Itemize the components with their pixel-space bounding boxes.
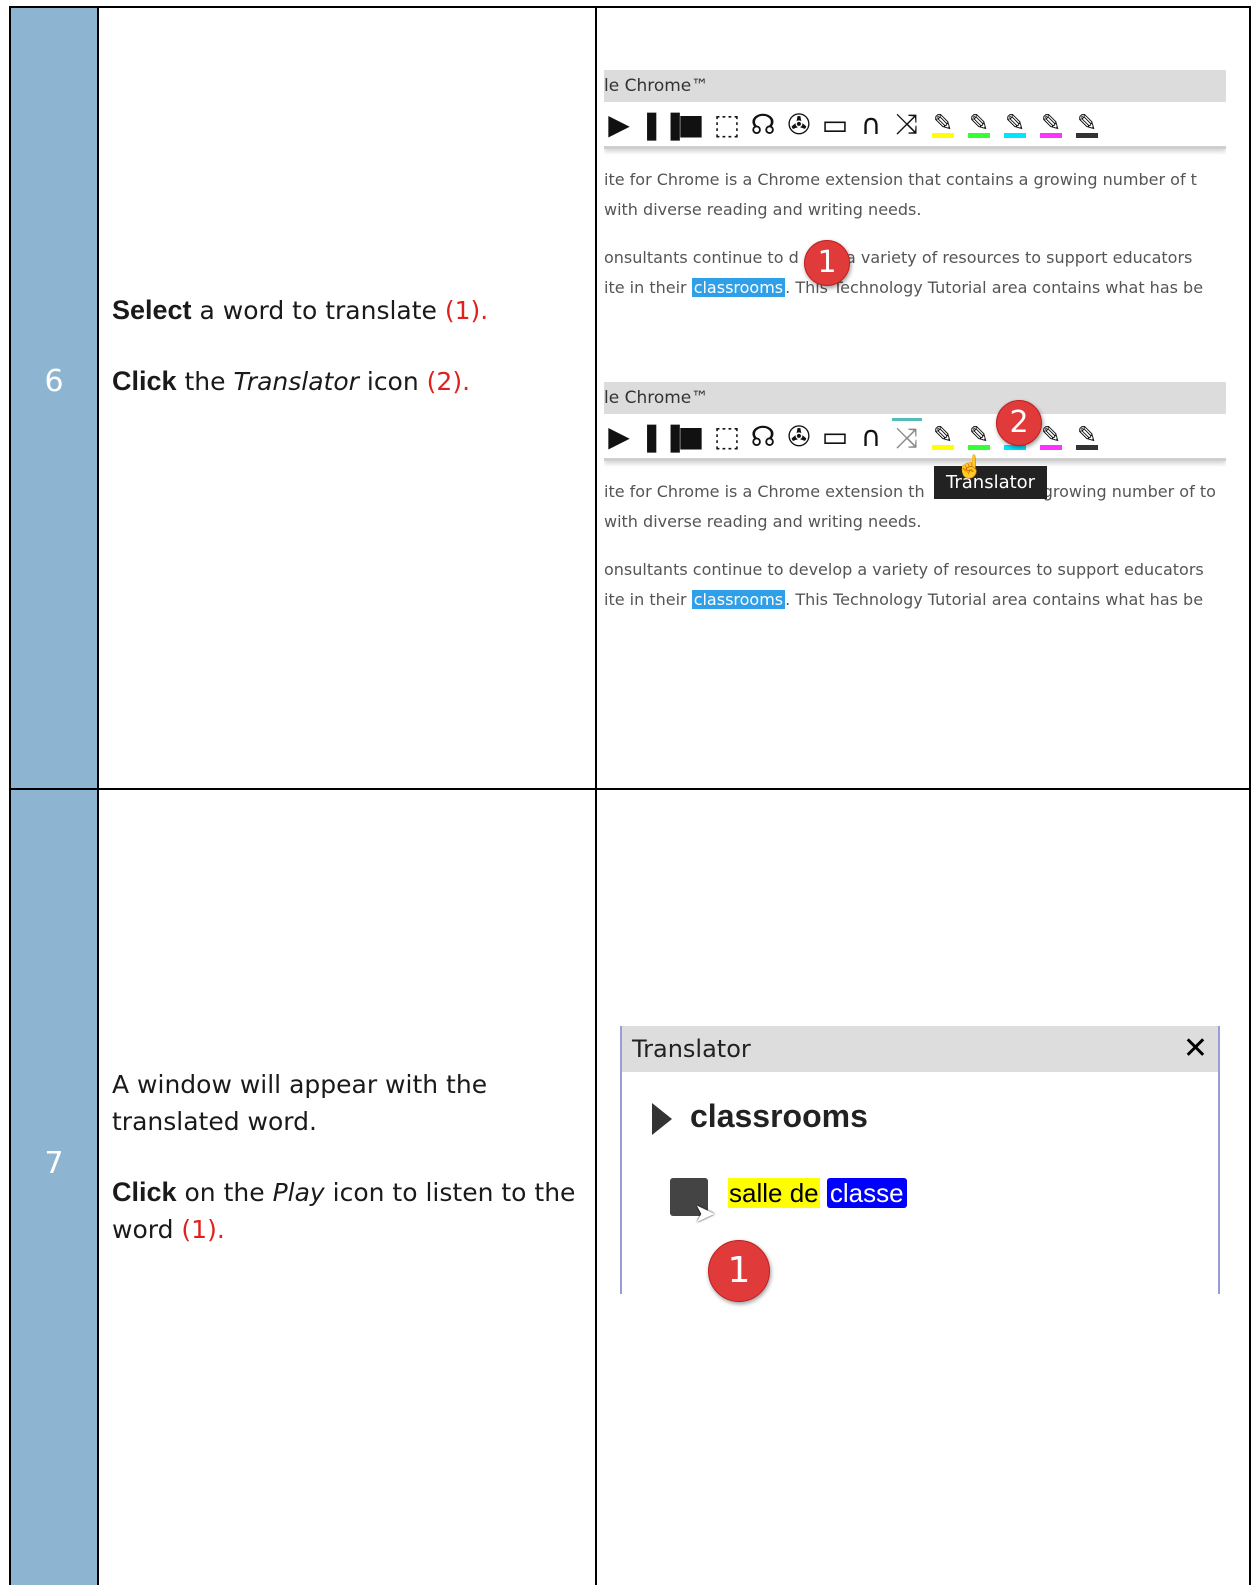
icon-name: Play bbox=[272, 1178, 325, 1207]
instruction-text: icon bbox=[358, 367, 427, 396]
extension-toolbar: ▶ ❚❚ ■ ⬚ ☊ ✇ ▭ ∩ ⤨ ✎ ✎ ✎ ✎ ✎ bbox=[604, 102, 1226, 149]
instruction-line: A window will appear with the translated… bbox=[112, 1070, 488, 1136]
action-word: Click bbox=[112, 366, 177, 396]
step-number: 6 bbox=[44, 364, 64, 399]
reference-number: (1). bbox=[181, 1215, 225, 1244]
translator-titlebar: Translator ✕ bbox=[622, 1026, 1218, 1072]
browser-titlebar: le Chrome™ bbox=[604, 382, 1226, 414]
number-column-row7 bbox=[10, 790, 98, 1585]
translator-title: Translator bbox=[632, 1035, 751, 1063]
play-triangle-icon[interactable] bbox=[652, 1102, 672, 1135]
selected-word[interactable]: classrooms bbox=[691, 278, 786, 297]
page-text: ite for Chrome is a Chrome extension tha… bbox=[604, 149, 1226, 303]
highlight-yellow-icon[interactable]: ✎ bbox=[928, 109, 958, 139]
text-line: with diverse reading and writing needs. bbox=[604, 200, 922, 219]
icon-name: Translator bbox=[233, 367, 359, 396]
selected-word[interactable]: classrooms bbox=[691, 590, 786, 609]
headphones-icon[interactable]: ∩ bbox=[856, 108, 886, 141]
text-line: with diverse reading and writing needs. bbox=[604, 512, 922, 531]
play-icon[interactable]: ▶ bbox=[604, 420, 634, 453]
instruction-line: Click on the Play icon to listen to the … bbox=[112, 1174, 582, 1248]
screenshot-select-word: le Chrome™ ▶ ❚❚ ■ ⬚ ☊ ✇ ▭ ∩ ⤨ ✎ ✎ ✎ ✎ ✎ … bbox=[604, 70, 1226, 340]
action-word: Select bbox=[112, 295, 192, 325]
instruction-line: Select a word to translate (1). bbox=[112, 292, 582, 329]
column-divider-1 bbox=[97, 6, 99, 1585]
translator-tooltip: Translator bbox=[934, 466, 1048, 499]
text-line: ite in their classrooms. This Technology… bbox=[604, 273, 1226, 303]
page-text: ite for Chrome is a Chrome extension th g… bbox=[604, 461, 1226, 615]
text-line: onsultants continue to d p a variety of r… bbox=[604, 243, 1226, 273]
text-fragment: ite for Chrome is a Chrome extension th bbox=[604, 482, 925, 501]
text-line: ite for Chrome is a Chrome extension th g… bbox=[604, 477, 1226, 507]
step-number: 7 bbox=[44, 1146, 64, 1181]
translation-part-active: classe bbox=[826, 1178, 907, 1208]
highlight-pink-icon[interactable]: ✎ bbox=[1036, 109, 1066, 139]
browser-titlebar: le Chrome™ bbox=[604, 70, 1226, 102]
highlight-green-icon[interactable]: ✎ bbox=[964, 421, 994, 451]
step-instructions: Select a word to translate (1). Click th… bbox=[112, 292, 582, 434]
screenshot-translator-icon: le Chrome™ ▶ ❚❚ ■ ⬚ ☊ ✇ ▭ ∩ ⤨ ✎ ✎ ✎ ✎ ✎ … bbox=[604, 382, 1226, 642]
instruction-text: on the bbox=[176, 1178, 273, 1207]
source-word-row: classrooms bbox=[652, 1098, 868, 1135]
speak-icon[interactable]: ☊ bbox=[748, 108, 778, 141]
highlight-green-icon[interactable]: ✎ bbox=[964, 109, 994, 139]
select-icon[interactable]: ⬚ bbox=[712, 420, 742, 453]
highlight-cyan-icon[interactable]: ✎ bbox=[1000, 109, 1030, 139]
text-fragment: ite in their bbox=[604, 590, 692, 609]
screen-icon[interactable]: ▭ bbox=[820, 108, 850, 141]
column-divider-2 bbox=[595, 6, 597, 1585]
translation-part: salle de bbox=[728, 1178, 820, 1208]
highlight-yellow-icon[interactable]: ✎ bbox=[928, 421, 958, 451]
text-fragment: growing number of to bbox=[1042, 482, 1216, 501]
text-line: ite for Chrome is a Chrome extension tha… bbox=[604, 170, 1197, 189]
row-divider bbox=[10, 788, 1250, 790]
select-icon[interactable]: ⬚ bbox=[712, 108, 742, 141]
clear-highlights-icon[interactable]: ✎ bbox=[1072, 421, 1102, 451]
tutorial-table: 6 Select a word to translate (1). Click … bbox=[0, 0, 1252, 1585]
speak-icon[interactable]: ☊ bbox=[748, 420, 778, 453]
translator-icon[interactable]: ⤨ bbox=[892, 417, 922, 455]
close-icon[interactable]: ✕ bbox=[1183, 1026, 1208, 1072]
voice-icon[interactable]: ✇ bbox=[784, 420, 814, 453]
translator-icon[interactable]: ⤨ bbox=[892, 107, 922, 141]
clear-highlights-icon[interactable]: ✎ bbox=[1072, 109, 1102, 139]
text-fragment: ite in their bbox=[604, 278, 692, 297]
action-word: Click bbox=[112, 1177, 177, 1207]
text-fragment: onsultants continue to d bbox=[604, 248, 799, 267]
step-instructions: A window will appear with the translated… bbox=[112, 1066, 582, 1282]
table-left-border bbox=[9, 6, 11, 1585]
hand-cursor-icon: ☝ bbox=[956, 454, 984, 479]
text-line: ite in their classrooms. This Technology… bbox=[604, 585, 1226, 615]
headphones-icon[interactable]: ∩ bbox=[856, 420, 886, 453]
text-line: onsultants continue to develop a variety… bbox=[604, 560, 1204, 579]
table-top-border bbox=[10, 6, 1250, 8]
source-word: classrooms bbox=[690, 1098, 868, 1134]
instruction-text: the bbox=[176, 367, 234, 396]
reference-number: (2). bbox=[426, 367, 471, 396]
instruction-line: Click the Translator icon (2). bbox=[112, 363, 582, 400]
step-badge: 1 bbox=[804, 240, 850, 286]
play-icon[interactable]: ▶ bbox=[604, 108, 634, 141]
stop-icon[interactable]: ■ bbox=[676, 420, 706, 453]
stop-icon[interactable]: ■ bbox=[676, 108, 706, 141]
reference-number: (1). bbox=[444, 296, 489, 325]
pause-icon[interactable]: ❚❚ bbox=[640, 420, 687, 453]
step-badge: 1 bbox=[708, 1240, 770, 1302]
extension-toolbar: ▶ ❚❚ ■ ⬚ ☊ ✇ ▭ ∩ ⤨ ✎ ✎ ✎ ✎ ✎ bbox=[604, 414, 1226, 461]
translator-window: Translator ✕ classrooms ➤ salle de class… bbox=[620, 1026, 1220, 1302]
translated-word: salle de classe bbox=[728, 1178, 907, 1209]
text-fragment: . This Technology Tutorial area contains… bbox=[785, 590, 1204, 609]
arrow-cursor-icon: ➤ bbox=[694, 1198, 716, 1228]
step-badge: 2 bbox=[996, 400, 1042, 446]
screen-icon[interactable]: ▭ bbox=[820, 420, 850, 453]
text-fragment: p a variety of resources to support educ… bbox=[830, 248, 1193, 267]
text-fragment: . This Technology Tutorial area contains… bbox=[785, 278, 1204, 297]
pause-icon[interactable]: ❚❚ bbox=[640, 108, 687, 141]
voice-icon[interactable]: ✇ bbox=[784, 108, 814, 141]
table-right-border bbox=[1249, 6, 1251, 1585]
instruction-text: a word to translate bbox=[191, 296, 445, 325]
